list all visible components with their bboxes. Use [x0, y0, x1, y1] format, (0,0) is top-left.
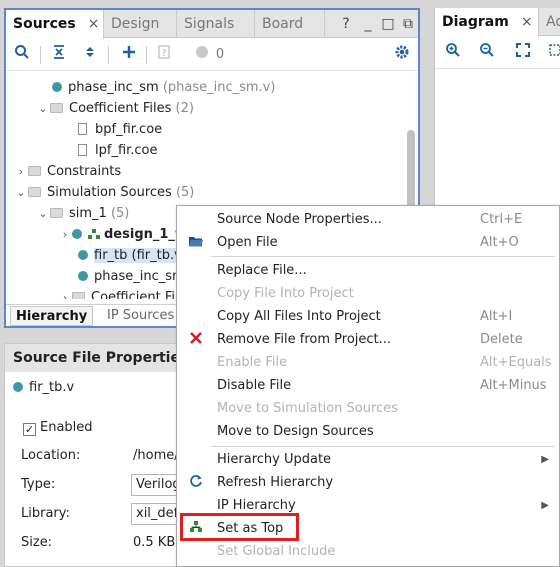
tree-item-simulation-sources[interactable]: ⌄ Simulation Sources (5): [14, 182, 194, 203]
expand-all-icon[interactable]: [78, 43, 102, 67]
menu-item-remove-file[interactable]: Remove File from Project... Delete: [177, 328, 559, 351]
enabled-checkbox[interactable]: ✓ Enabled: [23, 418, 93, 438]
select-area-icon[interactable]: [543, 41, 560, 65]
menu-item-refresh-hierarchy[interactable]: Refresh Hierarchy: [177, 471, 559, 494]
sources-tabbar: Sources × Design Signals Board ? _ □ ⧉: [6, 10, 418, 39]
verilog-file-icon: [78, 271, 88, 281]
set-as-top-highlight: [180, 513, 299, 541]
gear-icon[interactable]: [390, 43, 414, 67]
size-value: 0.5 KB: [133, 535, 176, 550]
chevron-right-icon[interactable]: ›: [14, 161, 28, 182]
checkbox-checked-icon[interactable]: ✓: [23, 423, 36, 436]
tab-sources[interactable]: Sources ×: [6, 10, 104, 39]
tab-sources-label: Sources: [13, 16, 76, 32]
tree-item-design-1-wrapper[interactable]: › design_1_w: [58, 224, 187, 245]
tab-design[interactable]: Design: [104, 10, 177, 38]
tree-item-lpf-fir[interactable]: lpf_fir.coe: [78, 140, 158, 161]
menu-item-hierarchy-update[interactable]: Hierarchy Update ▶: [177, 448, 559, 471]
close-icon[interactable]: ×: [521, 14, 533, 30]
tree-scrollbar[interactable]: [407, 130, 415, 216]
tree-item-coefficient-files-sim[interactable]: › Coefficient File: [58, 287, 187, 299]
tree-item-constraints[interactable]: › Constraints: [14, 161, 121, 182]
menu-item-copy-file-into-project: Copy File Into Project: [217, 286, 354, 301]
menu-item-move-to-simulation-sources: Move to Simulation Sources: [217, 401, 398, 416]
size-label: Size:: [21, 535, 53, 550]
tree-item-phase-inc-sm-sim[interactable]: phase_inc_sm: [78, 266, 185, 287]
chevron-down-icon[interactable]: ⌄: [36, 98, 50, 119]
tab-hierarchy[interactable]: Hierarchy: [10, 306, 94, 326]
folder-icon: [72, 292, 85, 299]
tab-signals[interactable]: Signals: [177, 10, 255, 38]
close-icon[interactable]: ×: [88, 16, 100, 32]
tree-item-coefficient-files[interactable]: ⌄ Coefficient Files (2): [36, 98, 194, 119]
status-count: 0: [215, 47, 225, 62]
tree-item-fir-tb[interactable]: fir_tb (fir_tb.v): [78, 245, 187, 266]
menu-item-move-to-design-sources[interactable]: Move to Design Sources: [177, 420, 559, 443]
location-label: Location:: [21, 448, 81, 463]
chevron-down-icon[interactable]: ⌄: [36, 203, 50, 224]
source-file-properties-panel: Source File Properties fir_tb.v ✓ Enabled…: [4, 343, 198, 567]
tab-board[interactable]: Board: [255, 10, 325, 38]
menu-item-copy-all-files[interactable]: Copy All Files Into Project Alt+I: [177, 305, 559, 328]
context-menu: Source Node Properties... Ctrl+E Open Fil…: [176, 205, 560, 567]
svg-text:?: ?: [162, 49, 167, 59]
refresh-icon: [187, 471, 205, 494]
tree-item-bpf-fir[interactable]: bpf_fir.coe: [78, 119, 162, 140]
file-icon: [78, 123, 87, 135]
maximize-icon[interactable]: □: [378, 10, 398, 38]
verilog-file-icon: [13, 382, 23, 392]
help-icon[interactable]: ?: [336, 10, 356, 38]
chevron-right-icon[interactable]: ›: [58, 224, 72, 245]
folder-icon: [50, 103, 63, 113]
collapse-all-icon[interactable]: [47, 43, 71, 67]
minimize-icon[interactable]: _: [358, 10, 378, 38]
tab-ip-sources[interactable]: IP Sources: [102, 306, 179, 326]
properties-title: Source File Properties: [5, 344, 193, 372]
properties-file-name: fir_tb.v: [13, 378, 74, 398]
open-folder-icon: [187, 231, 205, 254]
menu-item-set-global-include: Set Global Include: [217, 544, 336, 559]
submenu-arrow-icon: ▶: [541, 454, 549, 465]
file-icon: [78, 144, 87, 156]
type-label: Type:: [21, 477, 56, 492]
folder-icon: [28, 187, 41, 197]
menu-item-disable-file[interactable]: Disable File Alt+Minus: [177, 374, 559, 397]
tab-diagram-label: Diagram: [442, 14, 509, 30]
library-label: Library:: [21, 506, 70, 521]
menu-item-source-node-properties[interactable]: Source Node Properties... Ctrl+E: [177, 208, 559, 231]
menu-item-enable-file: Enable File Alt+Equals: [217, 355, 552, 370]
verilog-file-icon: [52, 82, 62, 92]
menu-item-open-file[interactable]: Open File Alt+O: [177, 231, 559, 254]
sources-toolbar: ? 0: [6, 39, 418, 71]
tree-item-sim-1[interactable]: ⌄ sim_1 (5): [36, 203, 129, 224]
tab-address-editor[interactable]: Ad: [539, 8, 560, 36]
search-icon[interactable]: [10, 43, 34, 67]
verilog-file-icon: [72, 229, 82, 239]
float-icon[interactable]: ⧉: [398, 10, 418, 38]
delete-x-icon: [187, 328, 205, 351]
chevron-down-icon[interactable]: ⌄: [14, 182, 28, 203]
hierarchy-icon: [88, 229, 100, 239]
add-sources-icon[interactable]: [117, 43, 141, 67]
menu-item-replace-file[interactable]: Replace File...: [177, 259, 559, 282]
folder-icon: [28, 166, 41, 176]
zoom-out-icon[interactable]: [475, 41, 499, 65]
tree-item-phase-inc-sm[interactable]: phase_inc_sm (phase_inc_sm.v): [52, 77, 275, 98]
verilog-file-icon: [78, 250, 88, 260]
diagram-tabbar: Diagram × Ad: [435, 8, 560, 37]
chevron-right-icon[interactable]: ›: [58, 287, 72, 299]
zoom-fit-icon[interactable]: [511, 41, 535, 65]
zoom-in-icon[interactable]: [441, 41, 465, 65]
submenu-arrow-icon: ▶: [541, 500, 549, 511]
tab-diagram[interactable]: Diagram ×: [435, 8, 539, 37]
info-icon[interactable]: ?: [152, 43, 176, 67]
diagram-toolbar: [435, 37, 560, 69]
folder-icon: [50, 208, 63, 218]
